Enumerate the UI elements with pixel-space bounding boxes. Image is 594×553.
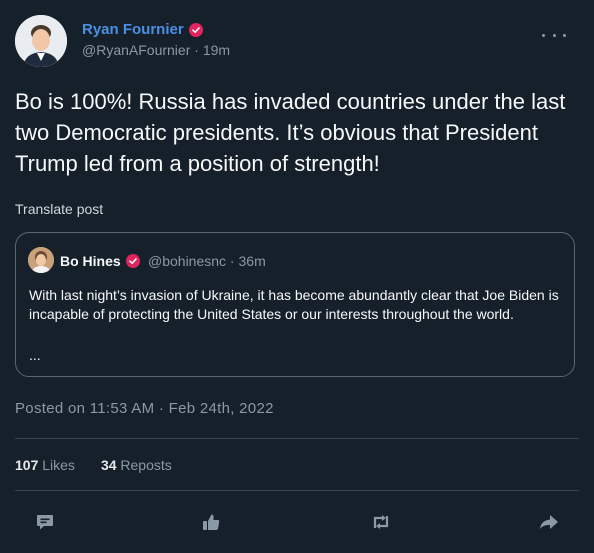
quoted-handle-row: @bohinesnc · 36m <box>148 253 266 269</box>
reply-icon[interactable] <box>31 508 59 536</box>
likes-label: Likes <box>42 457 75 473</box>
posted-timestamp: Posted on 11:53 AM · Feb 24th, 2022 <box>15 400 274 417</box>
author-handle[interactable]: @RyanAFournier <box>82 42 190 58</box>
quoted-post-text: With last night’s invasion of Ukraine, i… <box>29 287 559 322</box>
post-text: Bo is 100%! Russia has invaded countries… <box>15 89 566 176</box>
quoted-author-avatar[interactable] <box>28 247 54 273</box>
quoted-author-name[interactable]: Bo Hines <box>60 253 140 269</box>
reposts-label: Reposts <box>120 457 172 473</box>
reposts-count: 34 <box>100 457 117 473</box>
author-name-text[interactable]: Ryan Fournier <box>82 21 184 38</box>
quoted-post-time[interactable]: 36m <box>239 253 266 269</box>
separator: · <box>190 42 203 58</box>
divider <box>15 438 579 439</box>
author-avatar[interactable] <box>15 15 67 67</box>
divider <box>15 490 579 491</box>
verified-badge-icon <box>188 22 203 37</box>
likes-count: 107 <box>15 457 39 473</box>
repost-icon[interactable] <box>367 508 395 536</box>
quoted-post[interactable]: Bo Hines @bohinesnc · 36m With last nigh… <box>15 232 575 377</box>
quoted-post-ellipsis: ... <box>29 347 41 363</box>
like-icon[interactable] <box>197 508 225 536</box>
verified-badge-icon <box>125 254 140 268</box>
quoted-author-handle[interactable]: @bohinesnc <box>148 253 226 269</box>
quoted-author-name-text[interactable]: Bo Hines <box>60 253 121 269</box>
share-icon[interactable] <box>535 508 563 536</box>
more-options-icon[interactable] <box>542 28 566 42</box>
author-name[interactable]: Ryan Fournier <box>82 21 203 38</box>
author-handle-row: @RyanAFournier · 19m <box>82 42 230 58</box>
likes-stat[interactable]: 107 Likes <box>15 457 75 473</box>
reposts-stat[interactable]: 34 Reposts <box>101 457 172 473</box>
translate-post-link[interactable]: Translate post <box>15 201 103 217</box>
separator: · <box>226 253 239 269</box>
action-bar <box>0 508 594 536</box>
post-stats: 107 Likes 34 Reposts <box>15 457 172 473</box>
post-time[interactable]: 19m <box>203 42 230 58</box>
